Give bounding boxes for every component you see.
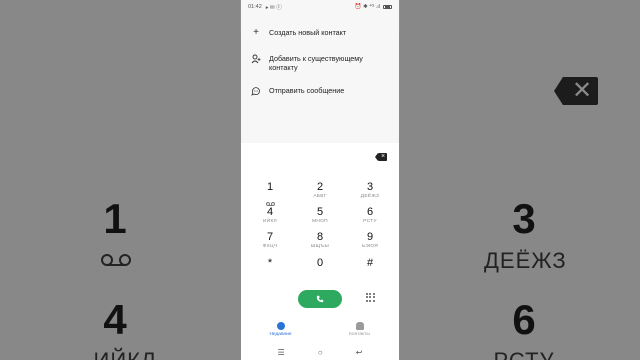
message-icon xyxy=(251,86,261,96)
background-voicemail-icon xyxy=(101,254,131,266)
tab-recent[interactable]: Недавние xyxy=(241,318,320,344)
background-digit-4: 4 xyxy=(103,296,127,343)
key-7-digit: 7 xyxy=(266,231,274,243)
key-5-digit: 5 xyxy=(316,206,324,218)
tab-contacts[interactable]: Контакты xyxy=(320,318,399,344)
background-left-panel: 1 4 ИЙКЛ xyxy=(0,0,240,360)
key-7-letters: ФХЦЧ xyxy=(262,244,278,249)
phone-icon xyxy=(316,295,324,303)
background-sub-3: ДЕЁЖЗ xyxy=(484,248,567,273)
background-digit-1: 1 xyxy=(103,195,127,242)
status-notification-icons: ▸ ✉ ⓣ xyxy=(265,5,282,11)
key-6-digit: 6 xyxy=(366,206,374,218)
key-2-letters: АБВГ xyxy=(313,194,327,199)
status-bar: 01:42 ▸ ✉ ⓣ ⏰ ✱ ⁴ᴳ .ıl xyxy=(241,0,399,14)
key-hash-digit: # xyxy=(366,257,374,269)
key-2[interactable]: 2 АБВГ xyxy=(295,181,345,205)
battery-icon xyxy=(383,4,392,10)
key-9-letters: ЬЭЮЯ xyxy=(361,244,379,249)
dialer-options-menu: + Создать новый контакт Добавить к сущес… xyxy=(241,14,399,108)
key-6-letters: РСТУ xyxy=(363,219,377,224)
background-digit-6: 6 xyxy=(512,296,536,343)
system-nav-bar: ☰ ○ ↩ xyxy=(241,345,399,360)
add-person-icon xyxy=(251,54,261,64)
dialer-panel: × 1 2 АБВГ 3 ДЕЁЖЗ 4 ИЙКЛ 5 МНОП 6 РСТУ … xyxy=(241,143,399,360)
menu-item-create-contact[interactable]: + Создать новый контакт xyxy=(241,24,399,50)
tab-contacts-label: Контакты xyxy=(349,332,370,337)
status-time: 01:42 xyxy=(248,4,262,10)
key-0-digit: 0 xyxy=(316,257,324,269)
menu-item-add-to-existing-label: Добавить к существующему контакту xyxy=(269,54,363,72)
call-button[interactable] xyxy=(298,290,342,308)
phone-screen: 01:42 ▸ ✉ ⓣ ⏰ ✱ ⁴ᴳ .ıl + Создать новый к… xyxy=(241,0,399,360)
back-nav-icon[interactable]: ↩ xyxy=(356,348,363,357)
home-nav-icon[interactable]: ○ xyxy=(318,348,323,357)
menu-item-send-message-label: Отправить сообщение xyxy=(269,86,345,95)
key-2-digit: 2 xyxy=(316,181,324,193)
key-9[interactable]: 9 ЬЭЮЯ xyxy=(345,231,395,255)
key-4[interactable]: 4 ИЙКЛ xyxy=(245,206,295,230)
clock-icon xyxy=(276,322,285,330)
key-9-digit: 9 xyxy=(366,231,374,243)
key-1-digit: 1 xyxy=(266,181,274,193)
tab-recent-label: Недавние xyxy=(269,332,292,337)
status-system-icons: ⏰ ✱ ⁴ᴳ .ıl xyxy=(354,4,380,10)
key-3-letters: ДЕЁЖЗ xyxy=(360,194,380,199)
background-sub-6: РСТУ xyxy=(484,348,564,360)
key-3[interactable]: 3 ДЕЁЖЗ xyxy=(345,181,395,205)
menu-item-send-message[interactable]: Отправить сообщение xyxy=(241,82,399,108)
key-8-digit: 8 xyxy=(316,231,324,243)
key-4-letters: ИЙКЛ xyxy=(262,219,278,224)
key-5[interactable]: 5 МНОП xyxy=(295,206,345,230)
backspace-icon[interactable]: × xyxy=(375,153,387,161)
background-digit-3: 3 xyxy=(512,195,536,242)
person-icon xyxy=(355,322,364,330)
key-8-letters: ШЩЪЫ xyxy=(310,244,330,249)
key-3-digit: 3 xyxy=(366,181,374,193)
key-0[interactable]: 0 xyxy=(295,257,345,281)
key-1[interactable]: 1 xyxy=(245,181,295,206)
menu-item-add-to-existing[interactable]: Добавить к существующему контакту xyxy=(241,50,399,82)
bottom-tab-bar: Недавние Контакты xyxy=(241,318,399,344)
key-6[interactable]: 6 РСТУ xyxy=(345,206,395,230)
background-sub-4: ИЙКЛ xyxy=(85,348,165,360)
menu-nav-icon[interactable]: ☰ xyxy=(278,348,285,357)
background-backspace-icon: ✕ xyxy=(554,77,598,105)
key-4-digit: 4 xyxy=(266,206,274,218)
key-star-digit: * xyxy=(267,257,273,269)
dialpad-toggle-icon[interactable] xyxy=(366,293,375,302)
key-7[interactable]: 7 ФХЦЧ xyxy=(245,231,295,255)
plus-icon: + xyxy=(253,27,259,38)
key-8[interactable]: 8 ШЩЪЫ xyxy=(295,231,345,255)
key-hash[interactable]: # xyxy=(345,257,395,281)
background-right-panel: 3 ДЕЁЖЗ 6 РСТУ xyxy=(400,0,640,360)
menu-item-create-contact-label: Создать новый контакт xyxy=(269,28,347,37)
key-5-letters: МНОП xyxy=(312,219,328,224)
key-star[interactable]: * xyxy=(245,257,295,281)
